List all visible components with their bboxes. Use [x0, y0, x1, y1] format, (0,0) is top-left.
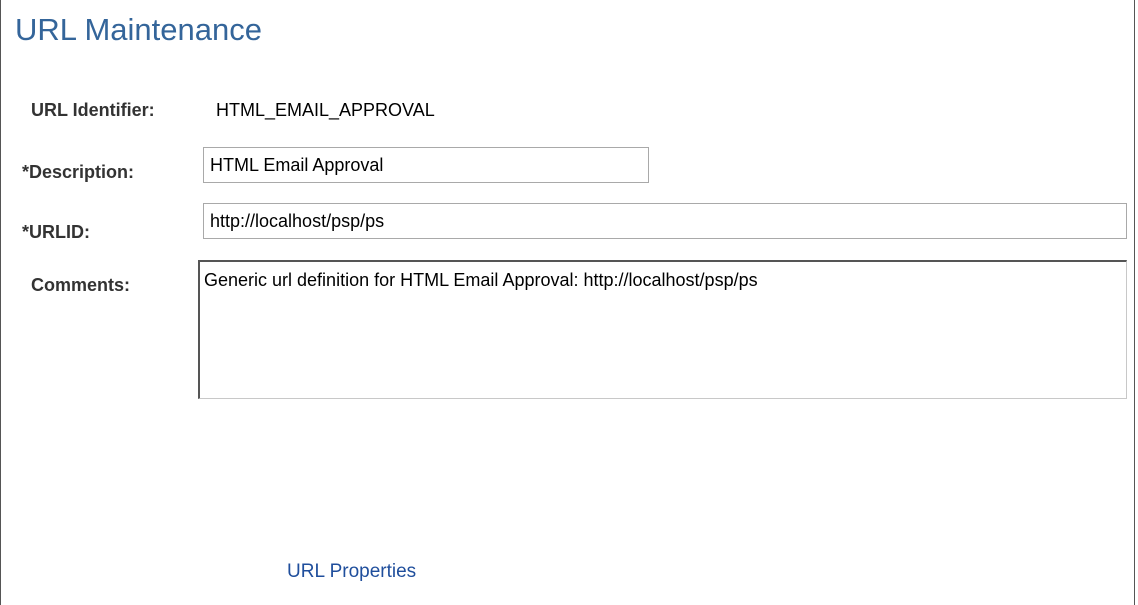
comments-label: Comments: [31, 275, 131, 295]
description-label: *Description: [22, 162, 135, 182]
url-identifier-label: URL Identifier: [31, 100, 155, 120]
urlid-input[interactable] [203, 203, 1127, 239]
description-input[interactable] [203, 147, 649, 183]
url-properties-link[interactable]: URL Properties [287, 561, 416, 583]
page-title: URL Maintenance [15, 12, 262, 47]
page-frame: URL Maintenance URL Identifier: HTML_EMA… [0, 0, 1135, 605]
comments-textarea[interactable]: Generic url definition for HTML Email Ap… [198, 260, 1127, 399]
url-identifier-value: HTML_EMAIL_APPROVAL [216, 100, 435, 120]
urlid-label: *URLID: [22, 222, 90, 242]
